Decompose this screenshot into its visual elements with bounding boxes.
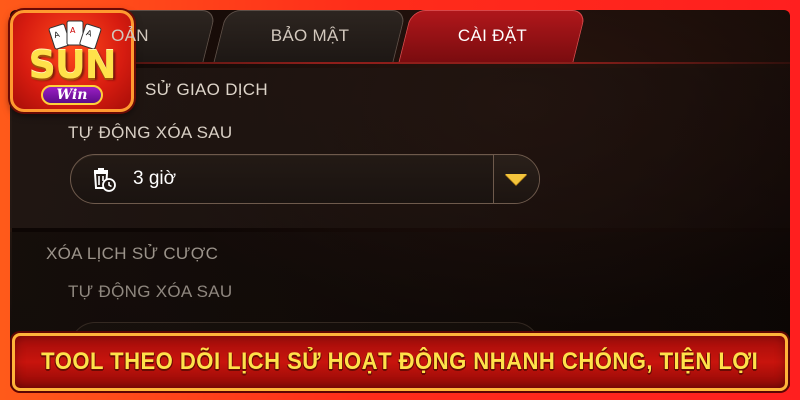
tab-account-label: OẢN [111, 26, 149, 45]
bet-history-title: XÓA LỊCH SỬ CƯỢC [46, 244, 219, 263]
tab-settings-label: CÀI ĐẶT [457, 26, 528, 45]
logo-subtext: Win [41, 85, 103, 105]
trash-clock-icon [93, 168, 116, 192]
tab-security[interactable]: BẢO MẬT [213, 10, 407, 62]
svg-text:A: A [70, 26, 76, 35]
auto-delete-dropdown[interactable]: 3 giờ [70, 154, 540, 204]
tab-security-label: BẢO MẬT [270, 26, 350, 45]
chevron-down-icon [504, 173, 527, 185]
dropdown-value: 3 giờ [133, 168, 177, 189]
caption-banner: TOOL THEO DÕI LỊCH SỬ HOẠT ĐỘNG NHANH CH… [12, 333, 788, 391]
tab-settings[interactable]: CÀI ĐẶT [398, 10, 587, 62]
bet-auto-delete-label: TỰ ĐỘNG XÓA SAU [68, 282, 233, 301]
auto-delete-label: TỰ ĐỘNG XÓA SAU [68, 123, 233, 142]
dropdown-toggle[interactable] [493, 155, 539, 203]
transaction-history-title: SỬ GIAO DỊCH [145, 80, 268, 99]
banner-text: TOOL THEO DÕI LỊCH SỬ HOẠT ĐỘNG NHANH CH… [41, 348, 759, 375]
logo-text: SUN [28, 43, 116, 87]
